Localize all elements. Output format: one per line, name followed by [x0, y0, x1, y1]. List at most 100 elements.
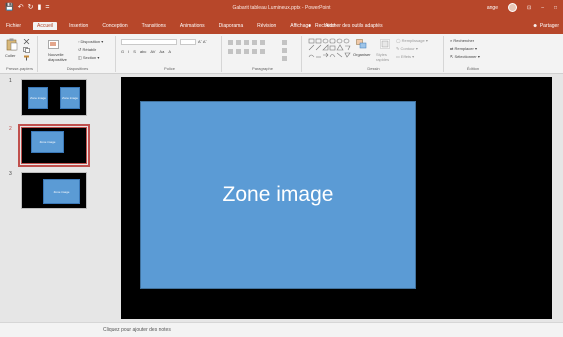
window-title: Gabarit tableau Lumineux.pptx - PowerPoi… — [232, 5, 331, 11]
arrange-icon[interactable] — [356, 39, 367, 49]
tell-me-search[interactable]: ● Rechercher des outils adaptés — [308, 23, 383, 29]
lightbulb-icon: ● — [308, 23, 312, 29]
bullets-icon[interactable] — [228, 40, 233, 45]
replace-button[interactable]: ⇄ Remplacer ▾ — [450, 46, 477, 52]
align-left-icon[interactable] — [228, 49, 233, 54]
image-placeholder[interactable]: Zone image — [140, 101, 416, 289]
current-slide[interactable]: Zone image — [121, 77, 552, 319]
editing-group: ⌕ Rechercher ⇄ Remplacer ▾ ⇱ Sélectionne… — [446, 36, 500, 72]
decrease-indent-icon[interactable] — [244, 40, 249, 45]
font-name-field[interactable] — [121, 39, 177, 45]
paste-icon[interactable] — [6, 38, 18, 51]
layout-button[interactable]: ▫ Disposition ▾ — [78, 39, 103, 45]
window-controls: ange ⊡ – □ — [487, 3, 557, 12]
numbering-icon[interactable] — [236, 40, 241, 45]
tab-0[interactable]: Fichier — [4, 22, 23, 30]
text-direction-icon[interactable] — [282, 40, 287, 45]
replace-label: Remplacer — [454, 46, 474, 51]
list-buttons-row — [228, 40, 265, 45]
find-label: Rechercher — [453, 38, 475, 43]
align-center-icon[interactable] — [236, 49, 241, 54]
columns-icon[interactable] — [260, 49, 265, 54]
slide-thumbnail[interactable]: Zone image — [18, 124, 90, 167]
align-text-icon[interactable] — [282, 48, 287, 53]
notes-pane[interactable]: Cliquez pour ajouter des notes — [0, 322, 563, 337]
maximize-button[interactable]: □ — [554, 5, 557, 11]
tab-6[interactable]: Diaporama — [217, 22, 245, 30]
tell-me-text: Rechercher des outils adaptés — [315, 23, 383, 29]
shape-effects-label: Effets — [400, 54, 412, 59]
quick-styles-button[interactable]: Styles rapides — [376, 52, 394, 62]
minimize-button[interactable]: – — [541, 5, 544, 11]
font-format-button-2[interactable]: S — [133, 49, 136, 55]
editing-group-label: Édition — [466, 66, 480, 71]
tab-3[interactable]: Conception — [100, 22, 129, 30]
slide-thumbnails-pane: 1 Zone image Zone image 2 Zone image 3 Zone im… — [0, 74, 96, 322]
thumbnail-image-placeholder: Zone image — [43, 179, 80, 204]
arrange-button[interactable]: Organiser — [353, 52, 371, 58]
line-spacing-icon[interactable] — [260, 40, 265, 45]
tab-1[interactable]: Accueil — [33, 22, 58, 30]
user-name[interactable]: ange — [487, 5, 498, 11]
align-right-icon[interactable] — [244, 49, 249, 54]
select-icon: ⇱ — [450, 54, 454, 59]
shape-outline-button[interactable]: ✎ Contour ▾ — [396, 46, 418, 52]
drawing-group-label: Dessin — [367, 66, 380, 71]
new-slide-icon[interactable] — [48, 40, 61, 50]
slide-thumbnail[interactable]: Zone image — [21, 172, 87, 209]
thumbnail-image-placeholder: Zone image — [31, 131, 64, 153]
new-slide-button[interactable]: Nouvelle diapositive — [48, 52, 78, 62]
font-format-button-1[interactable]: I — [128, 49, 129, 55]
slide-number: 2 — [9, 126, 12, 132]
ribbon-options-button[interactable]: ⊡ — [527, 5, 531, 11]
section-label: Section — [82, 55, 97, 60]
layout-label: Disposition — [80, 39, 101, 44]
smartart-icon[interactable] — [282, 56, 287, 61]
avatar[interactable] — [507, 3, 517, 12]
grow-font-button[interactable]: Aˆ Aˇ — [198, 39, 207, 45]
justify-icon[interactable] — [252, 49, 257, 54]
font-size-field[interactable] — [180, 39, 196, 45]
ribbon-tab-bar: Fichier Accueil Insertion Conception Transit… — [0, 18, 563, 34]
clipboard-group-label: Presse-papiers — [6, 66, 33, 71]
slide-thumbnail[interactable]: Zone image Zone image — [21, 79, 87, 116]
reset-button[interactable]: ↺ Rétablir — [78, 47, 96, 53]
tab-2[interactable]: Insertion — [67, 22, 90, 30]
quick-styles-icon[interactable] — [380, 39, 390, 49]
share-button[interactable]: ☻ Partager — [533, 23, 559, 29]
find-button[interactable]: ⌕ Rechercher — [450, 38, 474, 44]
select-button[interactable]: ⇱ Sélectionner ▾ — [450, 54, 480, 60]
format-painter-icon[interactable] — [23, 55, 30, 61]
slide-editing-area: Zone image — [96, 74, 563, 322]
find-icon: ⌕ — [450, 38, 453, 43]
font-format-button-0[interactable]: G — [121, 49, 124, 55]
tab-4[interactable]: Transitions — [140, 22, 168, 30]
section-button[interactable]: ◫ Section ▾ — [78, 55, 99, 61]
reset-label: Rétablir — [82, 47, 97, 52]
shapes-gallery-icon[interactable] — [308, 38, 352, 62]
cut-icon[interactable] — [23, 39, 30, 45]
shape-fill-label: Remplissage — [401, 38, 425, 43]
font-format-button-3[interactable]: abc — [140, 49, 146, 55]
shape-fill-button[interactable]: ◯ Remplissage ▾ — [396, 38, 428, 44]
ribbon-tabs: Fichier Accueil Insertion Conception Transit… — [4, 22, 337, 30]
replace-icon: ⇄ — [450, 46, 454, 51]
tab-7[interactable]: Révision — [255, 22, 278, 30]
copy-icon[interactable] — [23, 47, 30, 53]
ribbon: Coller Presse-papiers Nouvelle diapositi… — [0, 34, 563, 74]
font-format-button-6[interactable]: A — [168, 49, 171, 55]
clipboard-group: Coller Presse-papiers — [2, 36, 38, 72]
increase-indent-icon[interactable] — [252, 40, 257, 45]
paragraph-group: Paragraphe — [224, 36, 302, 72]
thumbnail-image-placeholder: Zone image — [28, 87, 48, 109]
paste-button[interactable]: Coller — [5, 53, 15, 59]
font-format-button-4[interactable]: AV — [150, 49, 155, 55]
font-group: Aˆ Aˇ G I Sabc AV Aa A Police — [118, 36, 222, 72]
select-label: Sélectionner — [454, 54, 477, 59]
paragraph-group-label: Paragraphe — [252, 66, 273, 71]
thumbnail-image-placeholder: Zone image — [60, 87, 80, 109]
align-buttons-row — [228, 49, 265, 54]
font-format-button-5[interactable]: Aa — [159, 49, 164, 55]
tab-5[interactable]: Animations — [178, 22, 207, 30]
shape-effects-button[interactable]: ▭ Effets ▾ — [396, 54, 414, 60]
